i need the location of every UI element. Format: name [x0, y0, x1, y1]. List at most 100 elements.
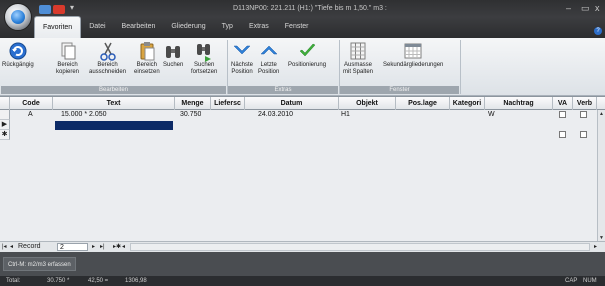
binoculars-icon — [163, 40, 183, 62]
previous-record-button[interactable]: ◂ — [10, 243, 13, 251]
column-header-va[interactable]: VA — [553, 97, 573, 110]
ribbon-tabs: Favoriten Datei Bearbeiten Gliederung Ty… — [34, 16, 317, 38]
grid-header: Code Text Menge Liefersc Datum Objekt Po… — [0, 97, 605, 110]
tab-favoriten[interactable]: Favoriten — [34, 16, 82, 38]
scroll-left-icon[interactable]: ◂ — [122, 243, 125, 251]
next-position-button[interactable]: Nächste Position — [231, 40, 253, 76]
table-grid-icon — [403, 40, 423, 62]
cell-menge[interactable]: 30.750 — [180, 110, 201, 120]
application-menu-button[interactable] — [4, 3, 32, 31]
cell-code[interactable]: A — [28, 110, 33, 120]
maximize-button[interactable]: ▭ — [581, 3, 590, 14]
hint-bar: Ctrl-M: m2/m3 erfassen — [0, 252, 605, 276]
column-header-text[interactable]: Text — [53, 97, 175, 110]
column-header-liefersc[interactable]: Liefersc — [211, 97, 245, 110]
new-record-button[interactable]: ▸✱ — [113, 243, 121, 251]
clipboard-icon — [137, 40, 157, 62]
tab-gliederung[interactable]: Gliederung — [163, 16, 213, 38]
last-position-label-1: Letzte — [260, 62, 277, 68]
undo-label: Rückgängig — [2, 62, 34, 68]
ausmasse-button[interactable]: Ausmasse mit Spalten — [343, 40, 373, 76]
undo-button[interactable]: Rückgängig — [2, 40, 34, 69]
column-header-objekt[interactable]: Objekt — [339, 97, 396, 110]
quick-access-menu-icon[interactable]: ▾ — [70, 3, 74, 12]
text-edit-field[interactable] — [55, 121, 173, 130]
tab-datei[interactable]: Datei — [81, 16, 113, 38]
cell-nachtrag[interactable]: W — [488, 110, 495, 120]
find-next-button[interactable]: Suchen fortsetzen — [191, 40, 217, 76]
paste-range-button[interactable]: Bereich einsetzen — [134, 40, 160, 76]
column-header-code[interactable]: Code — [10, 97, 53, 110]
binoculars-next-icon — [194, 40, 214, 62]
close-button[interactable]: x — [595, 3, 600, 13]
volume-value: 1306,98 — [125, 278, 147, 284]
positioning-label: Positionierung — [288, 62, 327, 68]
scissors-icon — [98, 40, 118, 62]
column-header-kategori[interactable]: Kategori — [450, 97, 485, 110]
cut-label-2: ausschneiden — [89, 69, 127, 75]
new-row-indicator[interactable]: ✱ — [0, 130, 10, 140]
last-record-button[interactable]: ▸| — [100, 243, 105, 251]
header-corner — [0, 97, 10, 110]
arrow-down-icon — [232, 40, 252, 62]
tab-extras[interactable]: Extras — [241, 16, 277, 38]
verb-checkbox[interactable] — [580, 111, 587, 118]
column-header-verb[interactable]: Verb — [573, 97, 597, 110]
cut-range-button[interactable]: Bereich ausschneiden — [89, 40, 126, 76]
sekundargliederungen-button[interactable]: Sekundärgliederungen — [383, 40, 443, 69]
save-icon[interactable] — [39, 5, 51, 14]
scroll-up-icon[interactable]: ▲ — [598, 110, 605, 118]
cell-datum[interactable]: 24.03.2010 — [258, 110, 293, 120]
positioning-button[interactable]: Positionierung — [288, 40, 326, 69]
verb-checkbox[interactable] — [580, 131, 587, 138]
last-position-button[interactable]: Letzte Position — [258, 40, 279, 76]
columns-icon — [348, 40, 368, 62]
minimize-button[interactable]: – — [566, 3, 571, 13]
record-navigator: |◂ ◂ Record 2 ▸ ▸| ▸✱ ◂ ▸ — [0, 241, 605, 252]
group-label-fenster: Fenster — [340, 86, 459, 94]
record-number-input[interactable]: 2 — [57, 243, 88, 251]
caps-indicator: CAP — [565, 278, 578, 284]
va-checkbox[interactable] — [559, 111, 566, 118]
cell-text[interactable]: 15.000 * 2.050 — [61, 110, 107, 120]
current-row-indicator[interactable]: ▶ — [0, 120, 10, 130]
ausmasse-label-2: mit Spalten — [343, 69, 374, 75]
ribbon: Rückgängig Bereich kopieren Bereich auss… — [0, 38, 605, 96]
area-value: 42,50 = — [88, 278, 109, 284]
column-header-nachtrag[interactable]: Nachtrag — [485, 97, 553, 110]
close-document-icon[interactable] — [53, 5, 65, 14]
find-next-label-2: fortsetzen — [191, 69, 218, 75]
num-indicator: NUM — [583, 278, 597, 284]
row-selector[interactable] — [0, 110, 10, 120]
find-label: Suchen — [163, 62, 184, 68]
column-header-menge[interactable]: Menge — [175, 97, 211, 110]
column-header-poslage[interactable]: Pos.lage — [396, 97, 450, 110]
horizontal-scrollbar[interactable] — [130, 243, 590, 251]
paste-label-2: einsetzen — [134, 69, 160, 75]
table-row[interactable]: A 15.000 * 2.050 30.750 24.03.2010 H1 W — [0, 110, 597, 120]
paste-label-1: Bereich — [136, 62, 158, 68]
va-checkbox[interactable] — [559, 131, 566, 138]
shortcut-hint[interactable]: Ctrl-M: m2/m3 erfassen — [3, 257, 76, 271]
help-icon[interactable]: ? — [594, 27, 602, 35]
ausmasse-label-1: Ausmasse — [344, 62, 373, 68]
new-row[interactable]: ✱ — [0, 130, 597, 140]
cell-objekt[interactable]: H1 — [341, 110, 350, 120]
first-record-button[interactable]: |◂ — [2, 243, 7, 251]
column-header-datum[interactable]: Datum — [245, 97, 339, 110]
table-row[interactable]: ▶ — [0, 120, 597, 130]
find-button[interactable]: Suchen — [163, 40, 183, 69]
copy-range-button[interactable]: Bereich kopieren — [56, 40, 79, 76]
vertical-scrollbar[interactable]: ▲ ▼ — [597, 110, 605, 242]
next-position-label-1: Nächste — [231, 62, 254, 68]
checkmark-icon — [297, 40, 317, 62]
find-next-label-1: Suchen — [194, 62, 215, 68]
app-logo-icon — [11, 10, 25, 24]
tab-typ[interactable]: Typ — [214, 16, 241, 38]
status-bar: Total: 30.750 * 42,50 = 1306,98 CAP NUM — [0, 276, 605, 286]
next-record-button[interactable]: ▸ — [92, 243, 95, 251]
last-position-label-2: Position — [258, 69, 280, 75]
tab-bearbeiten[interactable]: Bearbeiten — [114, 16, 164, 38]
scroll-right-icon[interactable]: ▸ — [594, 243, 597, 251]
tab-fenster[interactable]: Fenster — [277, 16, 317, 38]
